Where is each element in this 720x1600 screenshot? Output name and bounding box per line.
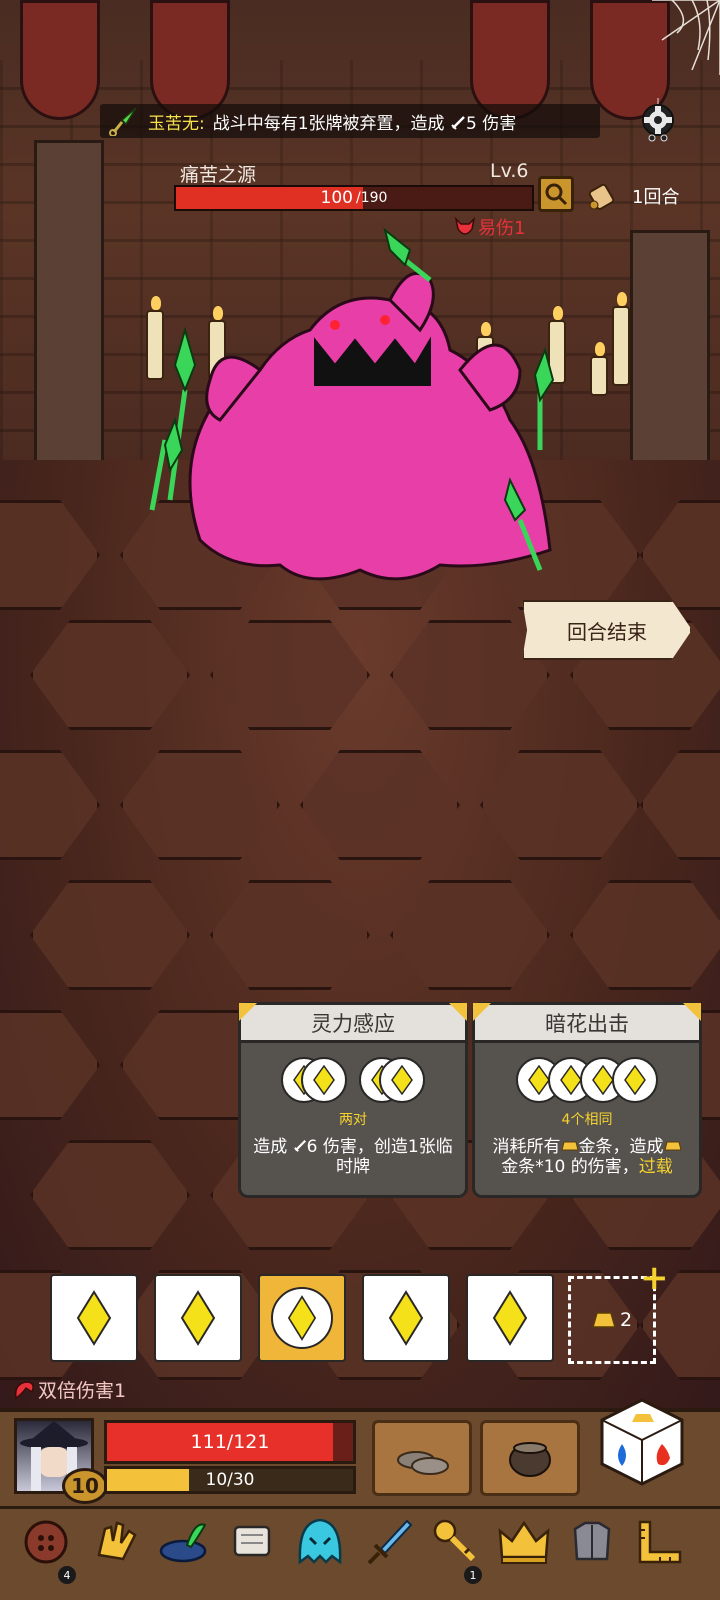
die-diamond-selected[interactable]	[258, 1274, 346, 1362]
ghost-icon[interactable]	[288, 1510, 352, 1574]
equipment-slot-pot[interactable]	[480, 1420, 580, 1496]
dice-requirement-icons	[475, 1057, 699, 1105]
enemy-level: Lv.6	[490, 160, 529, 182]
candle	[590, 342, 608, 396]
gold-bar-icon	[560, 1141, 579, 1151]
item-count-badge: 4	[58, 1566, 76, 1584]
coins-icon	[397, 1451, 449, 1475]
skill-requirement: 两对	[339, 1112, 367, 1128]
item-count-badge: 1	[464, 1566, 482, 1584]
diamond-icon	[180, 1290, 216, 1346]
glove-icon[interactable]	[84, 1510, 148, 1574]
gold-bar-icon	[663, 1141, 682, 1151]
relic-effect-banner[interactable]: 玉苦无: 战斗中每有1张牌被弃置，造成 5 伤害	[100, 104, 600, 138]
relic-name: 玉苦无:	[148, 113, 205, 134]
double-damage-icon	[14, 1380, 34, 1399]
player-xp-text: 10/30	[205, 1470, 255, 1490]
relic-description: 战斗中每有1张牌被弃置，造成 5 伤害	[212, 113, 517, 134]
die-diamond[interactable]	[50, 1274, 138, 1362]
scroll-icon[interactable]	[220, 1510, 284, 1574]
player-level-badge: 10	[62, 1468, 108, 1504]
diamond-icon	[76, 1290, 112, 1346]
equipment-slot-coins[interactable]	[372, 1420, 472, 1496]
skill-description: 造成 6 伤害，创造1张临 时牌	[253, 1137, 453, 1177]
skill-description: 消耗所有 金条，造成 金条*10 的伤害，过载	[475, 1137, 699, 1177]
diamond-icon	[388, 1290, 424, 1346]
jade-kunai-icon	[109, 107, 137, 136]
inspect-enemy-button[interactable]	[538, 176, 574, 212]
end-turn-button[interactable]: 回合结束	[522, 600, 692, 660]
cobweb-decoration	[652, 0, 720, 75]
round-counter: 1回合	[584, 174, 704, 218]
sword-damage-icon	[293, 1139, 306, 1152]
skill-card-spirit-sense[interactable]: 灵力感应 两对 造成 6 伤害，创造1张临 时牌	[238, 1002, 468, 1198]
die-diamond[interactable]	[466, 1274, 554, 1362]
cauldron-icon	[509, 1442, 551, 1477]
scroll-icon	[588, 183, 615, 210]
diamond-icon	[287, 1295, 317, 1341]
player-xp-bar: 10/30	[104, 1466, 356, 1494]
enemy-name: 痛苦之源	[180, 164, 257, 186]
enemy-health-bar: 100/190	[174, 185, 534, 211]
pain-source-monster[interactable]	[140, 220, 580, 600]
sword-icon[interactable]	[356, 1510, 420, 1574]
dice-requirement-icons	[241, 1057, 465, 1105]
die-diamond[interactable]	[362, 1274, 450, 1362]
sword-damage-icon	[451, 115, 465, 130]
player-health-bar: 111/121	[104, 1420, 356, 1464]
curtain-decoration	[20, 0, 100, 120]
skill-requirement: 4个相同	[561, 1112, 613, 1128]
diamond-die-icon	[301, 1057, 347, 1103]
gold-count: 2	[619, 1309, 633, 1331]
gold-bar-icon	[591, 1312, 616, 1328]
double-damage-buff[interactable]: 双倍伤害1	[12, 1376, 126, 1403]
diamond-icon	[492, 1290, 528, 1346]
magnifier-icon	[545, 183, 568, 206]
skill-card-hidden-strike[interactable]: 暗花出击 4个相同 消耗所有 金条，造成 金条*10 的伤害，过载	[472, 1002, 702, 1198]
crown-icon[interactable]	[492, 1510, 556, 1574]
selected-die-ring	[271, 1287, 333, 1349]
settings-gear-icon[interactable]	[636, 98, 680, 142]
key-icon[interactable]	[424, 1510, 488, 1574]
diamond-die-icon	[379, 1057, 425, 1103]
curtain-decoration	[150, 0, 230, 120]
player-health-text: 111/121	[190, 1431, 270, 1453]
armor-icon[interactable]	[560, 1510, 624, 1574]
element-dice-button[interactable]	[596, 1396, 688, 1488]
skill-title: 暗花出击	[475, 1005, 699, 1043]
curtain-decoration	[470, 0, 550, 120]
enemy-health-text: 100/190	[320, 188, 388, 208]
ruler-icon[interactable]	[628, 1510, 692, 1574]
buttons-icon[interactable]	[14, 1510, 78, 1574]
stone-pillar	[34, 140, 104, 470]
add-gold-button[interactable]: +	[640, 1258, 669, 1298]
die-diamond[interactable]	[154, 1274, 242, 1362]
feather-hat-icon[interactable]	[152, 1510, 216, 1574]
skill-title: 灵力感应	[241, 1005, 465, 1043]
stone-pillar	[630, 230, 710, 470]
candle	[612, 292, 630, 386]
diamond-die-icon	[612, 1057, 658, 1103]
